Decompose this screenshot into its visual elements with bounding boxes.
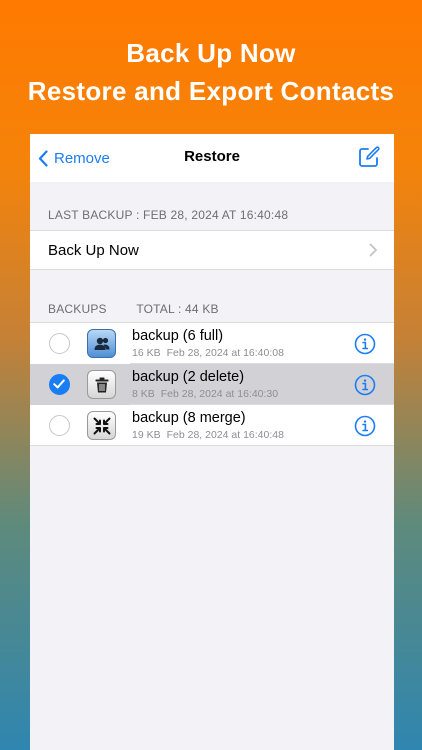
backups-total: TOTAL : 44 KB xyxy=(136,302,219,316)
backup-title: backup (8 merge) xyxy=(132,410,246,426)
info-icon[interactable] xyxy=(354,374,376,396)
backup-size: 8 KB xyxy=(132,388,155,400)
promo-line-2: Restore and Export Contacts xyxy=(27,76,395,106)
checkmark-icon xyxy=(53,379,65,389)
backup-date: Feb 28, 2024 at 16:40:30 xyxy=(160,388,279,400)
list-item[interactable]: backup (2 delete) 8 KB Feb 28, 2024 at 16… xyxy=(30,364,394,405)
contacts-icon xyxy=(87,329,116,358)
page-title: Restore xyxy=(184,148,240,165)
backup-size: 16 KB xyxy=(132,347,161,359)
back-up-now-row[interactable]: Back Up Now xyxy=(30,230,394,270)
chevron-right-icon xyxy=(369,243,377,257)
back-up-now-label: Back Up Now xyxy=(48,242,139,259)
promo-line-1: Back Up Now xyxy=(126,38,296,68)
backups-header: BACKUPS TOTAL : 44 KB xyxy=(48,302,219,316)
promo-headline: Back Up Now Restore and Export Contacts xyxy=(0,34,422,110)
merge-icon xyxy=(87,411,116,440)
backup-date: Feb 28, 2024 at 16:40:08 xyxy=(166,347,284,359)
info-icon[interactable] xyxy=(354,415,376,437)
app-screen: Remove Restore LAST BACKUP : FEB 28, 202… xyxy=(30,134,394,750)
compose-icon[interactable] xyxy=(358,146,380,168)
info-icon[interactable] xyxy=(354,333,376,355)
backup-size: 19 KB xyxy=(132,429,161,441)
backup-meta: 8 KB Feb 28, 2024 at 16:40:30 xyxy=(132,388,278,400)
backup-date: Feb 28, 2024 at 16:40:48 xyxy=(166,429,284,441)
radio-button-checked[interactable] xyxy=(49,374,70,395)
list-item[interactable]: backup (6 full) 16 KB Feb 28, 2024 at 16:… xyxy=(30,323,394,364)
row-divider xyxy=(30,445,394,446)
radio-button[interactable] xyxy=(49,333,70,354)
last-backup-header: LAST BACKUP : FEB 28, 2024 AT 16:40:48 xyxy=(48,208,289,222)
backup-title: backup (2 delete) xyxy=(132,369,245,385)
backup-meta: 19 KB Feb 28, 2024 at 16:40:48 xyxy=(132,429,284,441)
backups-label: BACKUPS xyxy=(48,302,107,316)
backup-meta: 16 KB Feb 28, 2024 at 16:40:08 xyxy=(132,347,284,359)
backup-list: backup (6 full) 16 KB Feb 28, 2024 at 16:… xyxy=(30,322,394,446)
navigation-bar: Remove Restore xyxy=(30,134,394,182)
radio-button[interactable] xyxy=(49,415,70,436)
list-item[interactable]: backup (8 merge) 19 KB Feb 28, 2024 at 16… xyxy=(30,405,394,446)
backup-title: backup (6 full) xyxy=(132,328,224,344)
trash-icon xyxy=(87,370,116,399)
